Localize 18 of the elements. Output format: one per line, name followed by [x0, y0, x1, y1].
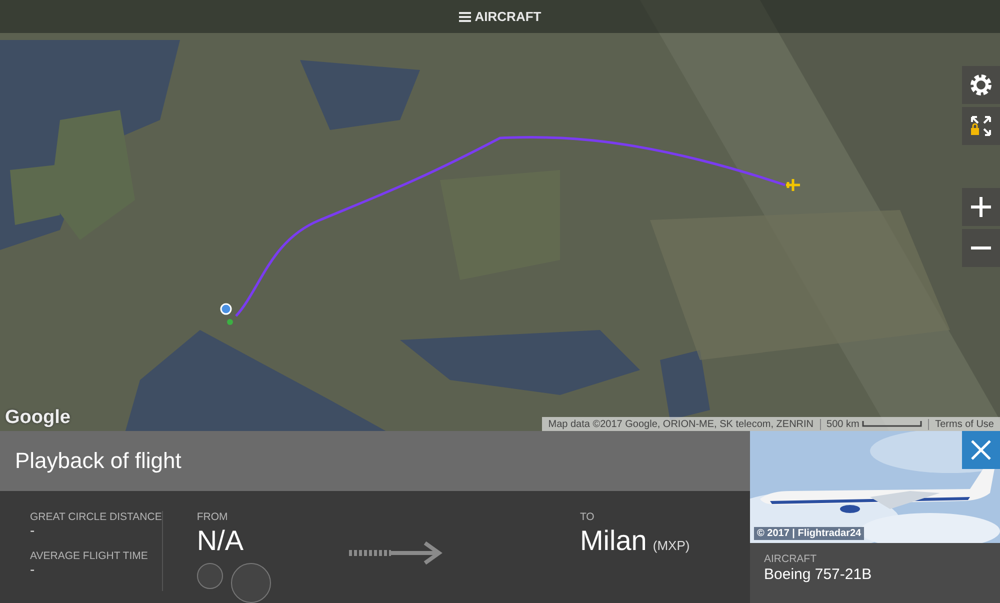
- route-arrow-icon: [349, 541, 444, 565]
- photo-credit: © 2017 | Flightradar24: [754, 527, 864, 540]
- stat-value: -: [30, 562, 36, 576]
- aircraft-label: AIRCRAFT: [764, 553, 818, 565]
- to-airport-code: (MXP): [652, 538, 690, 553]
- close-button[interactable]: [962, 431, 1000, 469]
- to-city: Milan: [580, 525, 647, 556]
- playback-button[interactable]: [230, 563, 271, 603]
- from-airport: N/A: [196, 525, 245, 557]
- playback-title: Playback of flight: [15, 448, 182, 474]
- close-icon: [971, 440, 991, 460]
- stat-value: -: [30, 523, 36, 537]
- to-label: TO: [580, 511, 596, 523]
- from-label: FROM: [196, 511, 229, 523]
- stat-label: GREAT CIRCLE DISTANCE: [30, 511, 162, 523]
- playback-button[interactable]: [196, 563, 223, 589]
- stat-label: AVERAGE FLIGHT TIME: [30, 550, 149, 562]
- aircraft-type: Boeing 757-21B: [764, 566, 873, 583]
